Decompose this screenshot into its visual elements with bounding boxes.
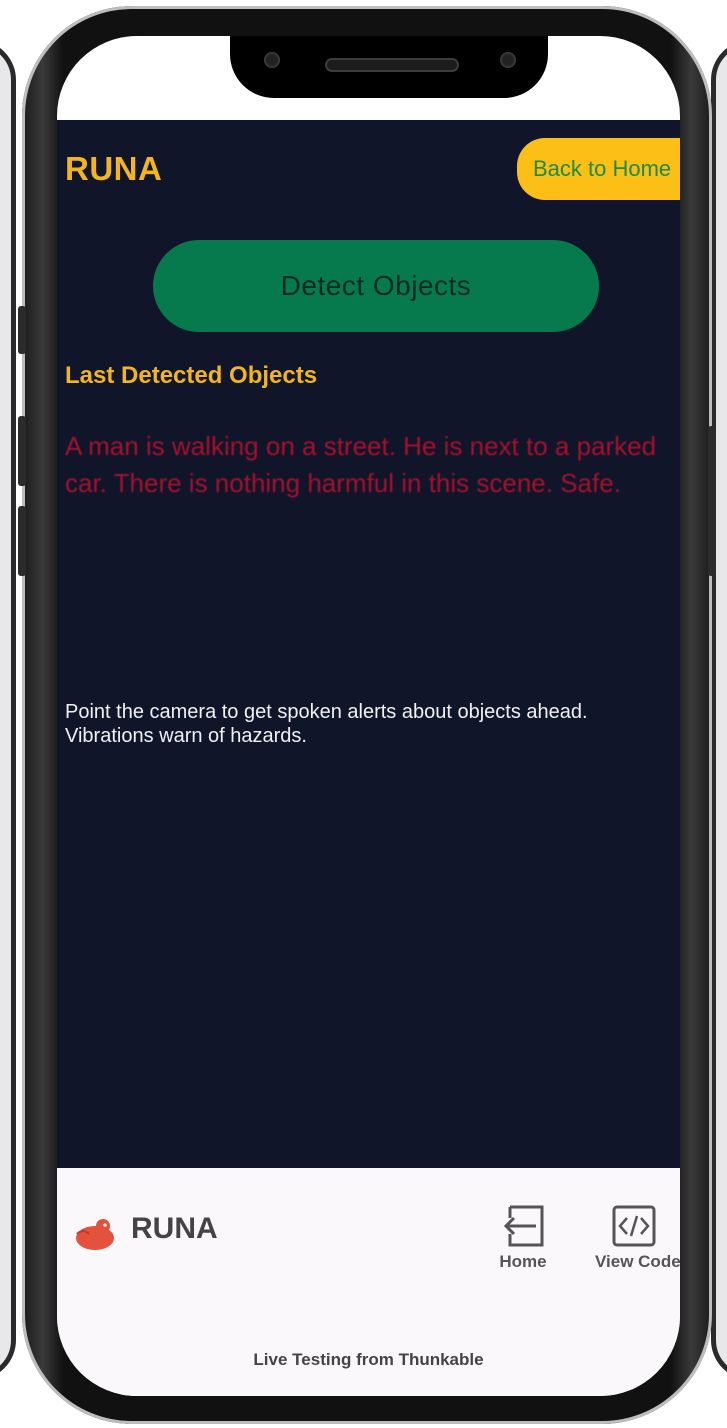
- app-title: RUNA: [65, 150, 163, 187]
- camera-dot-icon: [264, 52, 280, 68]
- nav-view-code-label: View Code: [595, 1252, 680, 1271]
- volume-down-button: [18, 506, 26, 576]
- mute-switch: [18, 306, 26, 354]
- adjacent-device-left: [0, 40, 16, 1380]
- live-testing-footer: Live Testing from Thunkable: [253, 1350, 484, 1369]
- nav-home-button[interactable]: Home: [483, 1204, 563, 1272]
- thunkable-bottom-bar: RUNA Home View Code Live Testing from Th…: [57, 1168, 680, 1396]
- volume-up-button: [18, 416, 26, 486]
- code-icon: [612, 1205, 656, 1247]
- sensor-dot-icon: [500, 52, 516, 68]
- device-preview: RUNA Back to Home Detect Objects Last De…: [0, 0, 727, 1428]
- runa-logo-icon: [76, 1219, 114, 1250]
- nav-view-code-button[interactable]: View Code: [595, 1204, 680, 1272]
- detected-objects-text: A man is walking on a street. He is next…: [65, 431, 657, 498]
- section-heading: Last Detected Objects: [65, 362, 318, 389]
- brand-name: RUNA: [131, 1212, 218, 1245]
- notch: [230, 36, 548, 98]
- detect-objects-button[interactable]: Detect Objects: [153, 240, 599, 332]
- instructions-text: Point the camera to get spoken alerts ab…: [65, 701, 588, 747]
- exit-arrow-icon: [503, 1205, 544, 1247]
- power-button: [708, 426, 716, 576]
- back-to-home-button[interactable]: Back to Home: [517, 138, 680, 200]
- app-screen: RUNA Back to Home Detect Objects Last De…: [57, 120, 680, 1168]
- adjacent-device-right: [711, 40, 727, 1380]
- speaker-grille: [325, 58, 459, 72]
- phone-frame: RUNA Back to Home Detect Objects Last De…: [18, 6, 716, 1424]
- nav-home-label: Home: [499, 1252, 547, 1271]
- phone-screen: RUNA Back to Home Detect Objects Last De…: [57, 36, 680, 1396]
